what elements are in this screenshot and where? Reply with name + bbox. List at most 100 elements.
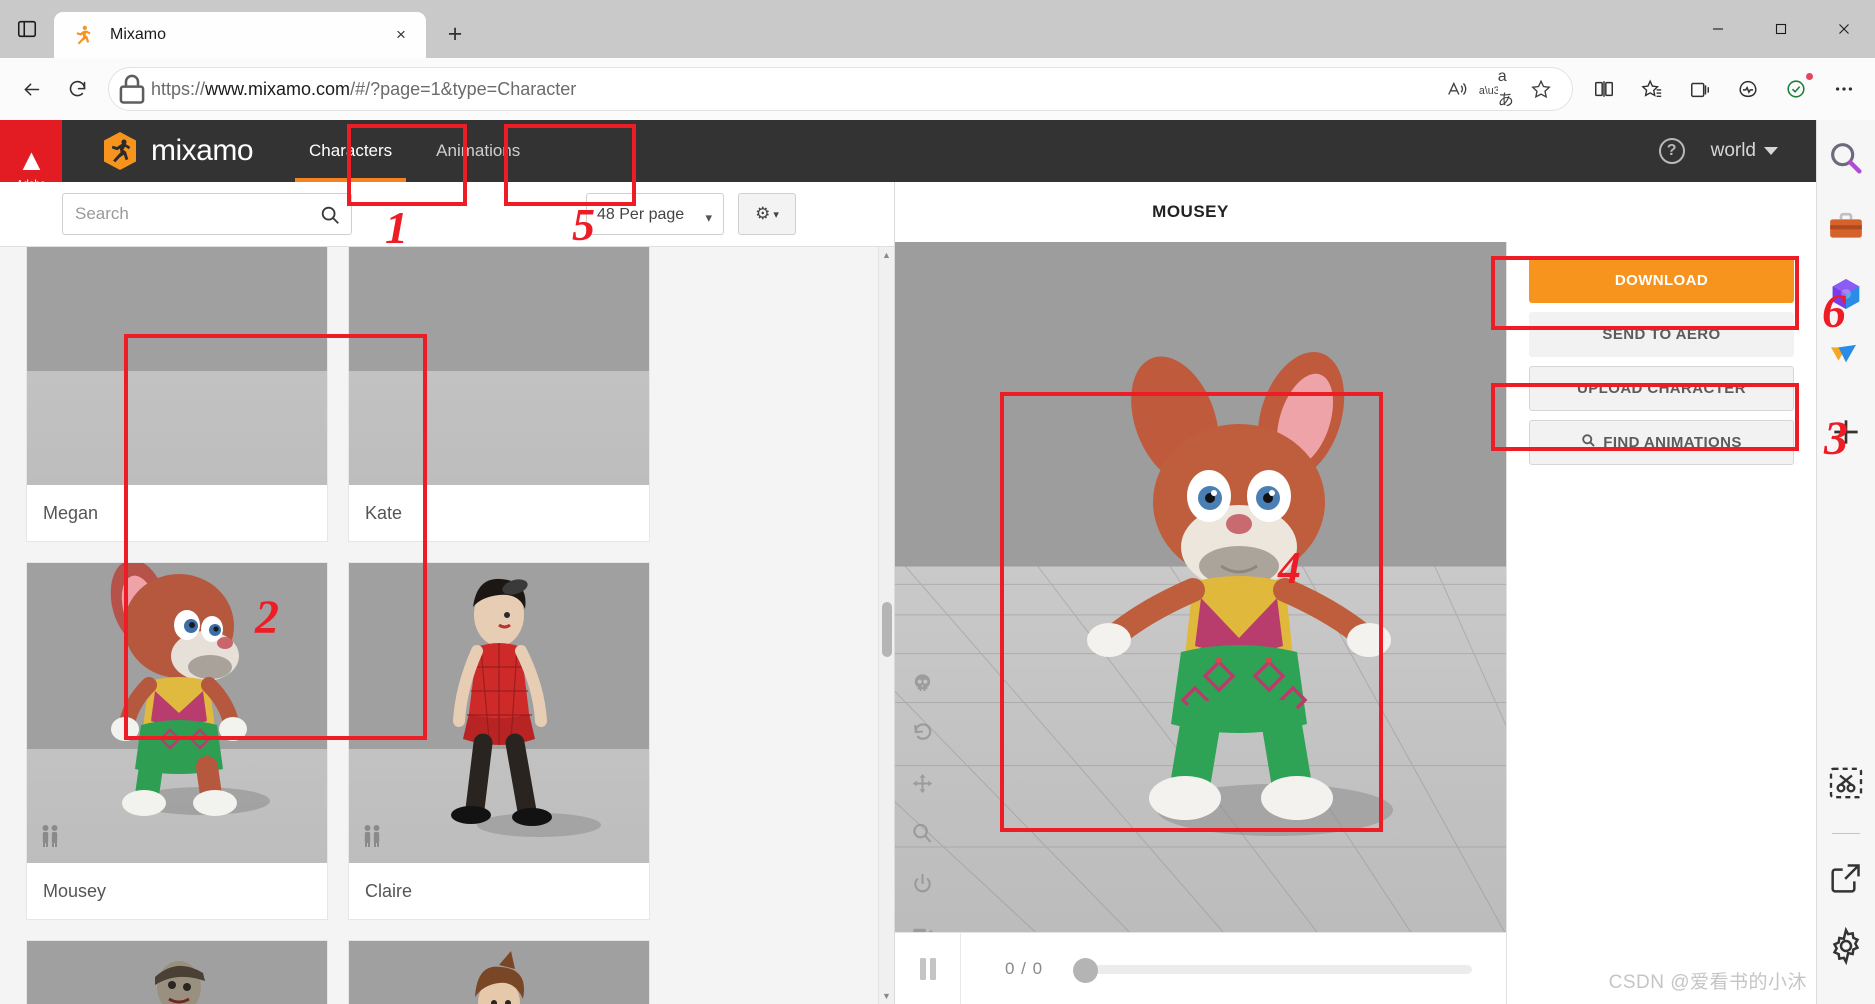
reload-icon[interactable] — [54, 66, 100, 112]
skull-icon[interactable] — [911, 672, 934, 700]
adobe-a-mark: ▲ — [16, 143, 47, 177]
character-actions: DOWNLOAD SEND TO AERO UPLOAD CHARACTER F… — [1506, 242, 1816, 1004]
send-to-aero-button[interactable]: SEND TO AERO — [1529, 312, 1794, 357]
mixamo-app: ▲ Adobe mixamo Characters Animations ? — [0, 120, 1816, 1004]
viewport-tools — [911, 672, 934, 932]
add-favorite-icon[interactable] — [1520, 68, 1562, 110]
tab-title: Mixamo — [110, 26, 167, 43]
list-item[interactable] — [27, 941, 327, 1004]
window-controls — [1686, 0, 1875, 58]
mixamo-wordmark: mixamo — [151, 134, 254, 167]
vertical-scrollbar[interactable]: ▲ ▼ — [878, 247, 894, 1004]
list-item[interactable]: Kate — [349, 247, 649, 541]
list-item[interactable] — [349, 941, 649, 1004]
pan-icon[interactable] — [911, 772, 934, 800]
settings-gear-button[interactable]: ⚙ ▾ — [738, 193, 796, 235]
people-icon — [40, 824, 60, 853]
lock-icon — [113, 70, 151, 108]
character-thumbnail[interactable] — [349, 563, 649, 863]
translate-icon[interactable]: a\u3042 aあ — [1478, 68, 1520, 110]
timeline-slider[interactable] — [1073, 957, 1472, 983]
search-input[interactable] — [62, 193, 352, 235]
viewer-row: 0 / 0 DOWNLOAD SEND TO AERO UPLOAD CHARA… — [895, 242, 1816, 1004]
office-icon[interactable] — [1826, 274, 1866, 314]
pause-icon[interactable] — [895, 933, 961, 1004]
stage-column: 0 / 0 — [895, 242, 1506, 1004]
mixamo-nav: Characters Animations — [287, 120, 542, 182]
copilot-icon[interactable] — [1773, 66, 1819, 112]
close-window-button[interactable] — [1812, 0, 1875, 58]
screenshot-icon[interactable] — [1826, 763, 1866, 803]
browser-tab[interactable]: Mixamo × — [54, 12, 426, 58]
camera-icon[interactable] — [911, 922, 934, 932]
collections-icon[interactable] — [1677, 66, 1723, 112]
find-animations-button[interactable]: FIND ANIMATIONS — [1529, 420, 1794, 465]
minimize-button[interactable] — [1686, 0, 1749, 58]
character-grid-scroll[interactable]: Megan Kate Mousey Claire ▲ ▼ — [0, 246, 894, 1004]
character-thumbnail[interactable] — [349, 247, 649, 485]
search-field-wrapper — [62, 193, 352, 235]
account-label: world — [1710, 140, 1756, 161]
character-browser-pane: 48 Per page ▾ ⚙ ▾ — [0, 182, 895, 1004]
scroll-up-icon[interactable]: ▲ — [879, 247, 894, 263]
mixamo-header: ▲ Adobe mixamo Characters Animations ? — [0, 120, 1816, 215]
tab-animations[interactable]: Animations — [414, 120, 542, 182]
help-icon[interactable]: ? — [1658, 138, 1685, 164]
close-icon[interactable]: × — [386, 20, 416, 50]
filter-bar: 48 Per page ▾ ⚙ ▾ — [0, 182, 894, 246]
search-icon[interactable] — [319, 204, 341, 231]
character-name: Megan — [27, 485, 327, 541]
character-thumbnail[interactable] — [27, 247, 327, 485]
chevron-down-icon: ▾ — [773, 208, 779, 221]
list-item[interactable]: Claire — [349, 563, 649, 919]
character-thumbnail[interactable] — [349, 941, 649, 1004]
people-icon — [362, 824, 382, 853]
upload-character-button[interactable]: UPLOAD CHARACTER — [1529, 366, 1794, 411]
zoom-icon[interactable] — [911, 822, 934, 850]
mixamo-hex-icon — [102, 131, 138, 171]
url-text: https://www.mixamo.com/#/?page=1&type=Ch… — [151, 78, 577, 99]
maximize-button[interactable] — [1749, 0, 1812, 58]
mixamo-body: 48 Per page ▾ ⚙ ▾ — [0, 182, 1816, 1004]
tab-actions-icon[interactable] — [0, 0, 54, 58]
tab-characters[interactable]: Characters — [287, 120, 414, 182]
scrollbar-thumb[interactable] — [882, 602, 892, 657]
edge-sidebar — [1816, 120, 1875, 1004]
new-tab-button[interactable]: + — [434, 13, 476, 55]
slider-handle[interactable] — [1073, 957, 1099, 983]
settings-more-icon[interactable] — [1821, 66, 1867, 112]
notification-dot — [1806, 73, 1813, 80]
playback-bar: 0 / 0 — [895, 932, 1506, 1004]
character-model — [1087, 352, 1393, 836]
scroll-down-icon[interactable]: ▼ — [879, 988, 894, 1004]
character-grid: Megan Kate Mousey Claire — [0, 247, 894, 1004]
back-arrow-icon[interactable] — [8, 66, 54, 112]
page-title: MOUSEY — [1152, 202, 1229, 221]
browser-essentials-icon[interactable] — [1725, 66, 1771, 112]
address-bar[interactable]: https://www.mixamo.com/#/?page=1&type=Ch… — [108, 67, 1573, 111]
add-icon[interactable] — [1826, 412, 1866, 452]
reset-rotate-icon[interactable] — [911, 722, 934, 750]
character-thumbnail[interactable] — [27, 563, 327, 863]
search-icon[interactable] — [1826, 138, 1866, 178]
mixamo-brand[interactable]: mixamo — [62, 120, 254, 182]
browser-titlebar: Mixamo × + — [0, 0, 1875, 58]
character-thumbnail[interactable] — [27, 941, 327, 1004]
favorites-icon[interactable] — [1629, 66, 1675, 112]
download-button[interactable]: DOWNLOAD — [1529, 258, 1794, 303]
account-dropdown[interactable]: world — [1711, 140, 1778, 162]
find-animations-label: FIND ANIMATIONS — [1603, 434, 1742, 451]
list-item[interactable]: Mousey — [27, 563, 327, 919]
character-name: Claire — [349, 863, 649, 919]
power-icon[interactable] — [911, 872, 934, 900]
open-external-icon[interactable] — [1826, 858, 1866, 898]
list-item[interactable]: Megan — [27, 247, 327, 541]
tools-icon[interactable] — [1826, 206, 1866, 246]
3d-viewport[interactable] — [895, 242, 1506, 932]
per-page-select[interactable]: 48 Per page — [586, 193, 724, 235]
outlook-icon[interactable] — [1826, 334, 1866, 374]
settings-gear-icon[interactable] — [1826, 926, 1866, 966]
split-screen-icon[interactable] — [1581, 66, 1627, 112]
read-aloud-icon[interactable] — [1436, 68, 1478, 110]
svg-text:a\u3042: a\u3042 — [1479, 85, 1498, 97]
